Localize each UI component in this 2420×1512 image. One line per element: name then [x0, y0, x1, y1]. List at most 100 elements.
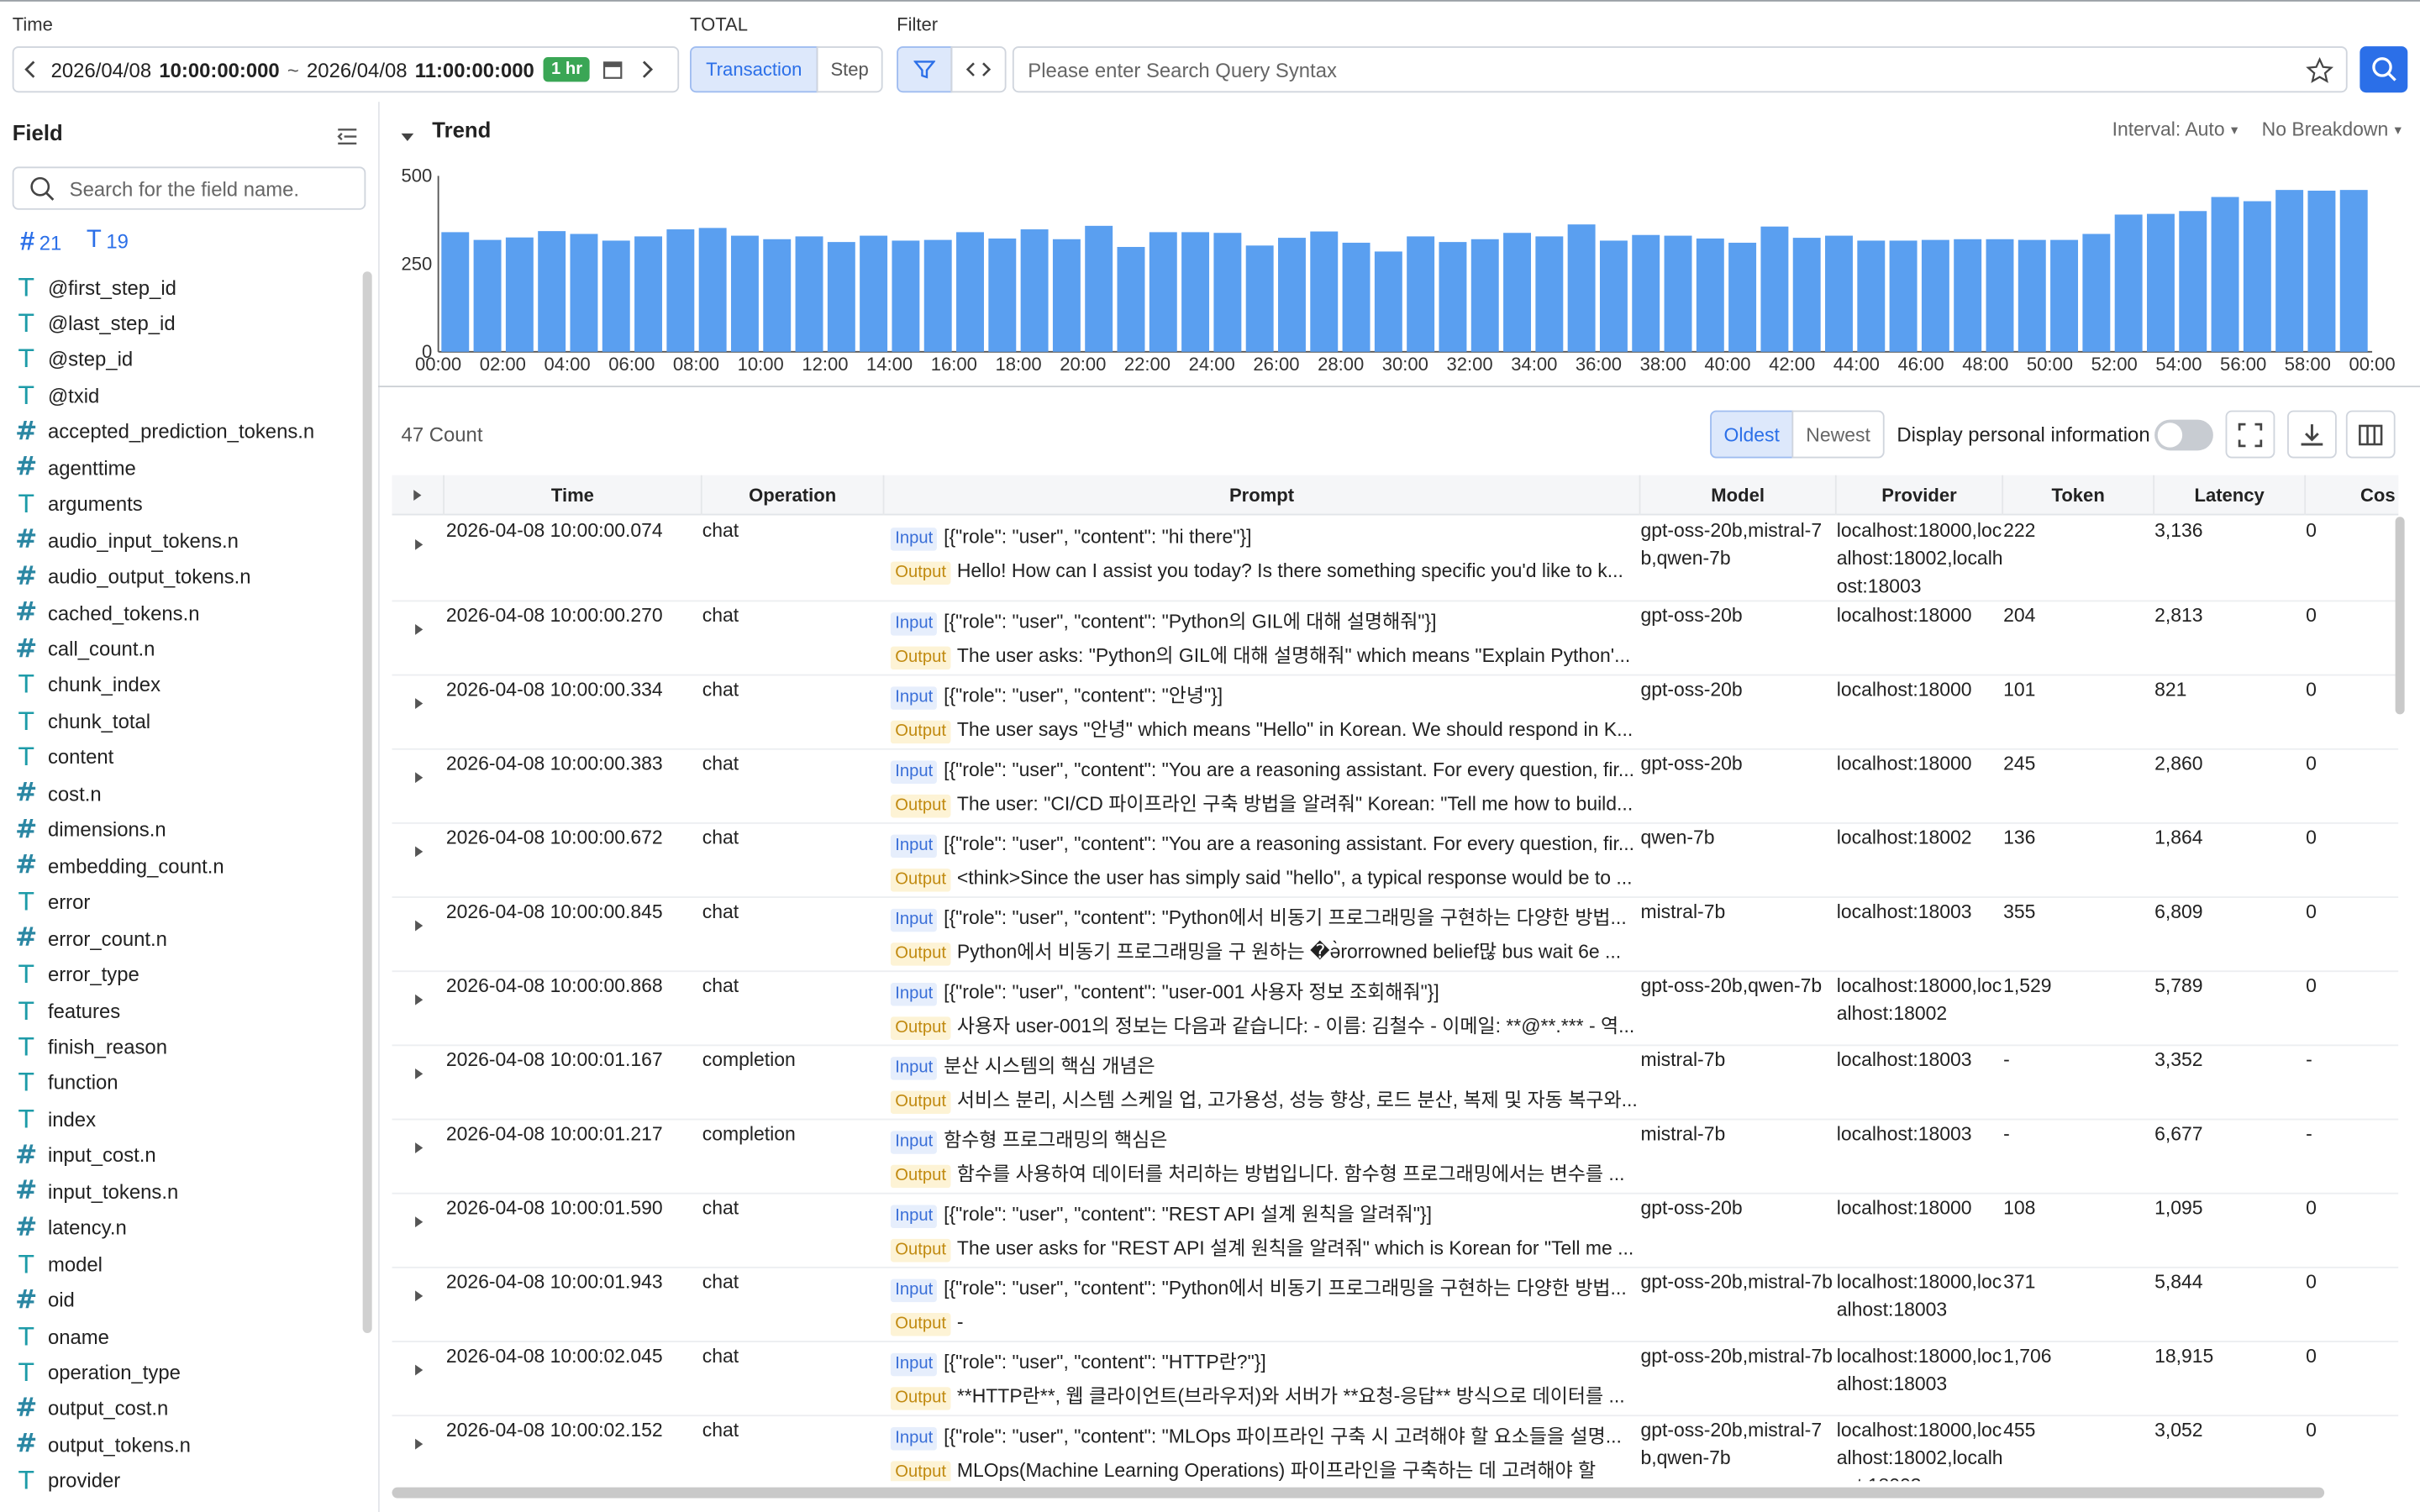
expand-row-icon[interactable]	[413, 912, 424, 940]
expand-row-icon[interactable]	[413, 1060, 424, 1088]
expand-row-icon[interactable]	[413, 837, 424, 865]
field-item[interactable]: Terror_type	[13, 958, 139, 991]
personal-info-toggle[interactable]	[2154, 419, 2213, 451]
field-item[interactable]: # audio_output_tokens.n	[13, 559, 250, 593]
range-badge[interactable]: 1 hr	[543, 56, 591, 82]
text-field-count[interactable]: T 19	[87, 227, 129, 255]
step-toggle[interactable]: Step	[816, 46, 883, 93]
table-row[interactable]: 2026-04-08 10:00:00.845 chat Input [{"role"…	[392, 898, 2399, 973]
favorite-star-icon[interactable]	[2306, 57, 2334, 90]
interval-dropdown[interactable]: Interval: Auto ▾	[2112, 118, 2238, 140]
col-operation[interactable]: Operation	[702, 475, 885, 516]
transaction-toggle[interactable]: Transaction	[690, 46, 818, 93]
expand-row-icon[interactable]	[413, 1356, 424, 1383]
table-row[interactable]: 2026-04-08 10:00:00.334 chat Input [{"role"…	[392, 675, 2399, 750]
code-mode-button[interactable]	[950, 46, 1007, 93]
table-row[interactable]: 2026-04-08 10:00:02.152 chat Input [{"role"…	[392, 1416, 2399, 1482]
field-item[interactable]: # latency.n	[13, 1210, 127, 1244]
field-item[interactable]: Tchunk_index	[13, 668, 160, 701]
field-item[interactable]: Tfinish_reason	[13, 1030, 167, 1063]
trend-collapse-icon[interactable]	[400, 123, 415, 151]
expand-row-icon[interactable]	[413, 616, 424, 643]
calendar-icon[interactable]	[602, 59, 624, 81]
next-range-icon[interactable]	[630, 48, 664, 91]
field-item[interactable]: # cost.n	[13, 776, 102, 810]
field-item[interactable]: T @txid	[13, 379, 100, 412]
field-item[interactable]: Tcontent	[13, 740, 113, 774]
field-item[interactable]: Tfeatures	[13, 994, 120, 1027]
table-row[interactable]: 2026-04-08 10:00:01.217 completion Input 함수…	[392, 1120, 2399, 1194]
field-item[interactable]: Targuments	[13, 487, 143, 521]
field-item[interactable]: Tprovider	[13, 1464, 120, 1498]
field-item[interactable]: T @step_id	[13, 343, 133, 376]
trend-bar	[795, 236, 823, 352]
time-range-picker[interactable]: 2026/04/08 10:00:00:000 ~ 2026/04/08 11:…	[12, 46, 680, 93]
col-model[interactable]: Model	[1640, 475, 1837, 516]
col-cost[interactable]: Cos	[2306, 475, 2398, 516]
table-row[interactable]: 2026-04-08 10:00:00.868 chat Input [{"role"…	[392, 972, 2399, 1047]
table-row[interactable]: 2026-04-08 10:00:00.270 chat Input [{"role"…	[392, 601, 2399, 676]
table-vertical-scrollbar[interactable]	[2395, 517, 2405, 715]
expand-row-icon[interactable]	[413, 1134, 424, 1162]
filter-mode-button[interactable]	[897, 46, 953, 93]
expand-row-icon[interactable]	[413, 764, 424, 791]
field-item[interactable]: # dimensions.n	[13, 813, 166, 847]
expand-row-icon[interactable]	[413, 690, 424, 717]
breakdown-dropdown[interactable]: No Breakdown ▾	[2262, 118, 2402, 140]
field-item[interactable]: Terror	[13, 885, 91, 919]
table-row[interactable]: 2026-04-08 10:00:00.074 chat Input [{"role"…	[392, 517, 2399, 602]
field-item[interactable]: Toperation_type	[13, 1356, 181, 1389]
table-row[interactable]: 2026-04-08 10:00:00.672 chat Input [{"role"…	[392, 824, 2399, 898]
query-input[interactable]: Please enter Search Query Syntax	[1012, 46, 2348, 93]
field-item[interactable]: T @first_step_id	[13, 270, 176, 303]
field-item[interactable]: # output_tokens.n	[13, 1428, 191, 1462]
expand-row-icon[interactable]	[413, 1282, 424, 1310]
col-provider[interactable]: Provider	[1837, 475, 2004, 516]
table-row[interactable]: 2026-04-08 10:00:01.590 chat Input [{"role"…	[392, 1194, 2399, 1268]
field-item[interactable]: # cached_tokens.n	[13, 596, 199, 629]
expand-row-icon[interactable]	[413, 1208, 424, 1236]
sort-oldest-button[interactable]: Oldest	[1710, 410, 1794, 459]
col-time[interactable]: Time	[445, 475, 702, 516]
field-item[interactable]: # input_cost.n	[13, 1138, 156, 1172]
trend-chart[interactable]: 500250000:00 02:00 04:00 06:00 08:00 10:00 12:…	[378, 155, 2420, 386]
expand-row-icon[interactable]	[413, 1431, 424, 1458]
field-item[interactable]: # input_tokens.n	[13, 1174, 178, 1208]
fullscreen-button[interactable]	[2225, 410, 2275, 459]
search-button[interactable]	[2360, 46, 2408, 93]
table-row[interactable]: 2026-04-08 10:00:02.045 chat Input [{"role"…	[392, 1342, 2399, 1417]
field-item[interactable]: Tmodel	[13, 1247, 103, 1280]
expand-row-icon[interactable]	[413, 986, 424, 1014]
field-item[interactable]: Toname	[13, 1319, 109, 1352]
field-list-scrollbar[interactable]	[362, 271, 372, 1333]
field-item[interactable]: # accepted_prediction_tokens.n	[13, 415, 314, 449]
col-token[interactable]: Token	[2003, 475, 2155, 516]
col-prompt[interactable]: Prompt	[884, 475, 1641, 516]
prev-range-icon[interactable]	[14, 48, 48, 91]
numeric-field-count[interactable]: #21	[20, 227, 61, 258]
field-item[interactable]: # audio_input_tokens.n	[13, 523, 239, 557]
table-row[interactable]: 2026-04-08 10:00:01.943 chat Input [{"role"…	[392, 1268, 2399, 1342]
field-item[interactable]: # oid	[13, 1283, 75, 1316]
expand-row-icon[interactable]	[413, 531, 424, 559]
field-item[interactable]: Tfunction	[13, 1066, 118, 1100]
sort-newest-button[interactable]: Newest	[1791, 410, 1885, 459]
table-row[interactable]: 2026-04-08 10:00:00.383 chat Input [{"role"…	[392, 750, 2399, 824]
field-item[interactable]: Tchunk_total	[13, 704, 150, 738]
expand-all-icon[interactable]	[392, 475, 445, 516]
table-horizontal-scrollbar[interactable]	[392, 1487, 2325, 1499]
field-item[interactable]: # call_count.n	[13, 632, 155, 665]
field-item[interactable]: Tindex	[13, 1102, 96, 1136]
row-provider: localhost:18000	[1836, 1197, 1972, 1220]
field-item[interactable]: T @last_step_id	[13, 306, 175, 339]
field-item[interactable]: # embedding_count.n	[13, 849, 224, 883]
table-row[interactable]: 2026-04-08 10:00:01.167 completion Input 분산…	[392, 1046, 2399, 1121]
field-item[interactable]: # agenttime	[13, 451, 136, 485]
field-item[interactable]: # error_count.n	[13, 921, 167, 955]
download-button[interactable]	[2287, 410, 2337, 459]
field-search-input[interactable]: Search for the field name.	[12, 166, 366, 210]
columns-button[interactable]	[2345, 410, 2396, 459]
col-latency[interactable]: Latency	[2154, 475, 2307, 516]
field-item[interactable]: # output_cost.n	[13, 1392, 168, 1425]
collapse-panel-icon[interactable]	[336, 127, 358, 155]
